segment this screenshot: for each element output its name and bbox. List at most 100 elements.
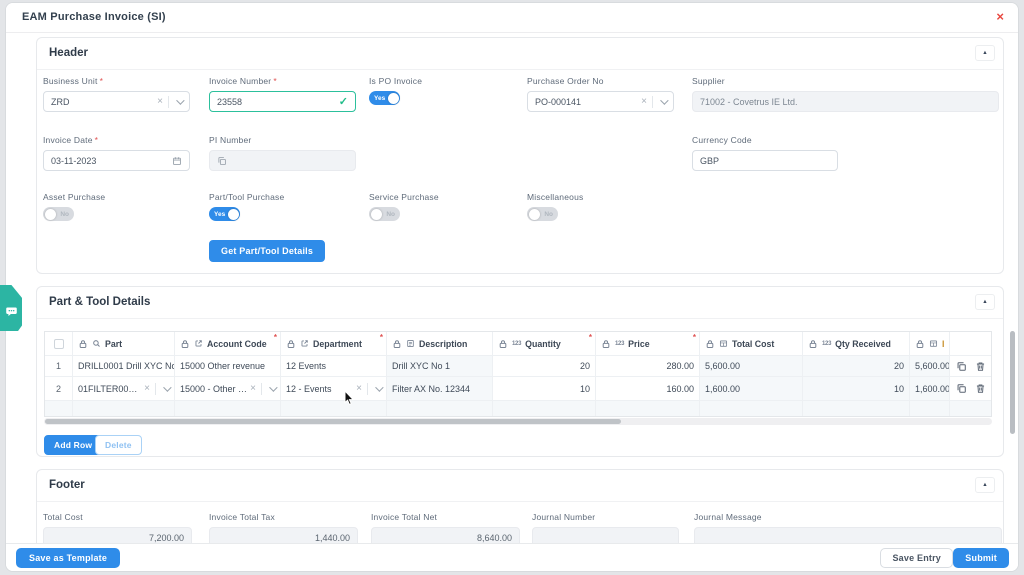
cell-quantity[interactable]: 10 bbox=[493, 377, 596, 400]
header-collapse-button[interactable]: ▲ bbox=[975, 45, 995, 61]
chevron-down-icon[interactable] bbox=[660, 96, 668, 104]
add-row-button[interactable]: Add Row bbox=[44, 435, 102, 455]
copy-row-icon[interactable] bbox=[956, 361, 967, 372]
col-qty-received[interactable]: 123 Qty Received bbox=[803, 332, 910, 355]
header-section: Header ▲ Business Unit* ZRD × Invoice Nu… bbox=[36, 37, 1004, 274]
cell-part[interactable]: DRILL0001 Drill XYC No 1 bbox=[73, 356, 175, 376]
modal-vertical-scrollbar[interactable] bbox=[1010, 331, 1015, 434]
purchase-order-no-select[interactable]: PO-000141 × bbox=[527, 91, 674, 112]
cell-part-select[interactable]: 01FILTER001 - Filter A... × bbox=[73, 377, 175, 400]
invoice-number-input[interactable]: 23558 ✓ bbox=[209, 91, 356, 112]
table-row[interactable]: 1 DRILL0001 Drill XYC No 1 15000 Other r… bbox=[45, 356, 991, 377]
close-icon[interactable]: × bbox=[996, 9, 1004, 25]
bottom-action-bar: Save as Template Save Entry Submit bbox=[6, 543, 1018, 571]
cell-invoiced: 1,600.00 bbox=[910, 377, 950, 400]
miscellaneous-label: Miscellaneous bbox=[527, 192, 583, 202]
col-truncated[interactable]: I bbox=[910, 332, 950, 355]
invoice-date-input[interactable]: 03-11-2023 bbox=[43, 150, 190, 171]
clear-icon[interactable]: × bbox=[354, 383, 367, 394]
calendar-icon[interactable] bbox=[172, 156, 182, 166]
select-all-checkbox[interactable] bbox=[54, 339, 64, 349]
col-account-code[interactable]: Account Code * bbox=[175, 332, 281, 355]
is-po-invoice-toggle[interactable]: Yes bbox=[369, 91, 400, 105]
col-total-cost[interactable]: Total Cost bbox=[700, 332, 803, 355]
supplier-label: Supplier bbox=[692, 76, 999, 86]
chevron-down-icon[interactable] bbox=[176, 96, 184, 104]
is-po-invoice-label: Is PO Invoice bbox=[369, 76, 422, 86]
copy-icon[interactable] bbox=[217, 156, 227, 166]
col-price[interactable]: 123 Price * bbox=[596, 332, 700, 355]
clear-icon[interactable]: × bbox=[155, 96, 168, 107]
cell-total-cost: 5,600.00 bbox=[700, 356, 803, 376]
col-description[interactable]: Description bbox=[387, 332, 493, 355]
lock-icon bbox=[601, 339, 611, 349]
cell-account-code-select[interactable]: 15000 - Other reven... × bbox=[175, 377, 281, 400]
business-unit-label: Business Unit* bbox=[43, 76, 190, 86]
delete-button[interactable]: Delete bbox=[95, 435, 142, 455]
scrollbar-thumb[interactable] bbox=[45, 419, 621, 424]
cell-qty-received: 10 bbox=[803, 377, 910, 400]
clear-icon[interactable]: × bbox=[639, 96, 652, 107]
empty-row bbox=[45, 401, 991, 416]
asset-purchase-label: Asset Purchase bbox=[43, 192, 105, 202]
valid-check-icon: ✓ bbox=[339, 95, 348, 108]
parts-table: Part Account Code * Department * bbox=[44, 331, 992, 417]
journal-number-label: Journal Number bbox=[532, 512, 679, 522]
business-unit-select[interactable]: ZRD × bbox=[43, 91, 190, 112]
col-part[interactable]: Part bbox=[73, 332, 175, 355]
cell-quantity[interactable]: 20 bbox=[493, 356, 596, 376]
table-header-row: Part Account Code * Department * bbox=[45, 332, 991, 356]
supplier-field: 71002 - Covetrus IE Ltd. bbox=[692, 91, 999, 112]
lock-icon bbox=[180, 339, 190, 349]
number-type-icon: 123 bbox=[822, 341, 831, 347]
cell-qty-received: 20 bbox=[803, 356, 910, 376]
table-horizontal-scrollbar[interactable] bbox=[44, 418, 992, 425]
parts-collapse-button[interactable]: ▲ bbox=[975, 294, 995, 310]
cell-account-code[interactable]: 15000 Other revenue bbox=[175, 356, 281, 376]
table-row[interactable]: 2 01FILTER001 - Filter A... × 15000 - Ot… bbox=[45, 377, 991, 401]
footer-section-title: Footer bbox=[49, 479, 85, 491]
cell-total-cost: 1,600.00 bbox=[700, 377, 803, 400]
col-department[interactable]: Department * bbox=[281, 332, 387, 355]
cell-price[interactable]: 160.00 bbox=[596, 377, 700, 400]
get-part-tool-details-button[interactable]: Get Part/Tool Details bbox=[209, 240, 325, 262]
cell-invoiced: 5,600.00 bbox=[910, 356, 950, 376]
chevron-down-icon[interactable] bbox=[269, 383, 277, 391]
col-quantity[interactable]: 123 Quantity * bbox=[493, 332, 596, 355]
grid-type-icon bbox=[719, 339, 728, 348]
save-entry-button[interactable]: Save Entry bbox=[880, 548, 953, 568]
service-purchase-label: Service Purchase bbox=[369, 192, 439, 202]
invoice-total-tax-label: Invoice Total Tax bbox=[209, 512, 358, 522]
invoice-total-net-label: Invoice Total Net bbox=[371, 512, 520, 522]
chevron-down-icon[interactable] bbox=[163, 383, 171, 391]
lock-icon bbox=[808, 339, 818, 349]
service-purchase-toggle[interactable]: No bbox=[369, 207, 400, 221]
cell-description[interactable]: Drill XYC No 1 bbox=[387, 356, 493, 376]
submit-button[interactable]: Submit bbox=[953, 548, 1009, 568]
pi-number-field bbox=[209, 150, 356, 171]
save-as-template-button[interactable]: Save as Template bbox=[16, 548, 120, 568]
external-link-icon bbox=[300, 339, 309, 348]
clear-icon[interactable]: × bbox=[142, 383, 155, 394]
lock-icon bbox=[286, 339, 296, 349]
journal-message-label: Journal Message bbox=[694, 512, 1002, 522]
parts-section-title: Part & Tool Details bbox=[49, 296, 150, 308]
part-tool-purchase-toggle[interactable]: Yes bbox=[209, 207, 240, 221]
currency-code-input[interactable]: GBP bbox=[692, 150, 838, 171]
footer-collapse-button[interactable]: ▲ bbox=[975, 477, 995, 493]
cell-price[interactable]: 280.00 bbox=[596, 356, 700, 376]
external-link-icon bbox=[194, 339, 203, 348]
delete-row-icon[interactable] bbox=[975, 361, 986, 372]
grid-type-icon bbox=[929, 339, 938, 348]
cell-description[interactable]: Filter AX No. 12344 bbox=[387, 377, 493, 400]
asset-purchase-toggle[interactable]: No bbox=[43, 207, 74, 221]
delete-row-icon[interactable] bbox=[975, 383, 986, 394]
chevron-down-icon[interactable] bbox=[375, 383, 383, 391]
part-tool-details-section: Part & Tool Details ▲ Part Account Code … bbox=[36, 286, 1004, 457]
cell-department-select[interactable]: 12 - Events × bbox=[281, 377, 387, 400]
cell-department[interactable]: 12 Events bbox=[281, 356, 387, 376]
miscellaneous-toggle[interactable]: No bbox=[527, 207, 558, 221]
currency-code-label: Currency Code bbox=[692, 135, 838, 145]
clear-icon[interactable]: × bbox=[248, 383, 261, 394]
copy-row-icon[interactable] bbox=[956, 383, 967, 394]
